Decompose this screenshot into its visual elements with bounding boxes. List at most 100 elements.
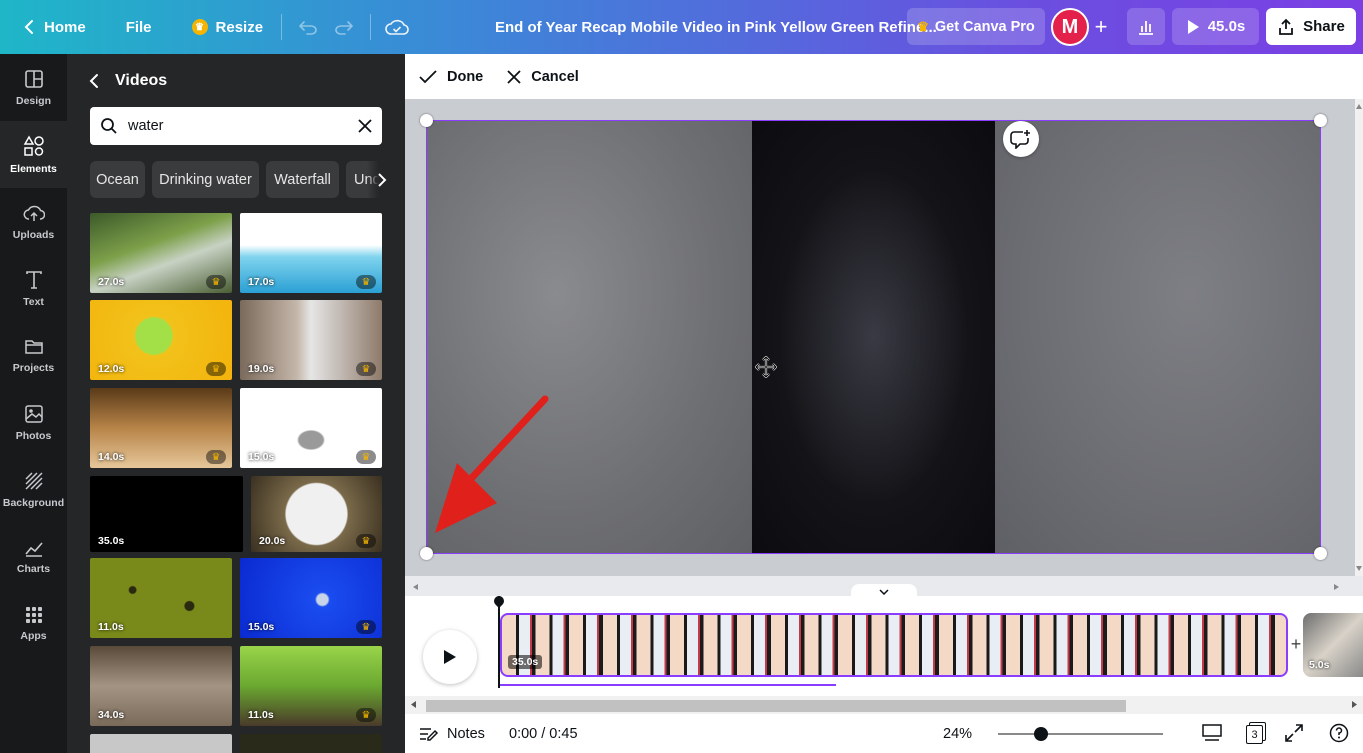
scroll-right-icon: [1352, 701, 1357, 708]
done-button[interactable]: Done: [419, 69, 483, 85]
video-thumbnail[interactable]: 34.0s: [90, 646, 232, 726]
notes-button[interactable]: Notes: [419, 726, 485, 742]
video-thumbnail[interactable]: 19.0s ♛: [240, 300, 382, 380]
home-button[interactable]: Home: [12, 9, 96, 45]
canvas-stage: [405, 99, 1355, 576]
rail-item-projects[interactable]: Projects: [0, 322, 67, 389]
chevron-left-icon: [24, 20, 33, 34]
scroll-down-icon: [1356, 566, 1362, 571]
video-duration: 17.0s: [248, 276, 275, 288]
video-thumbnail[interactable]: 17.0s ♛: [240, 213, 382, 293]
move-icon[interactable]: [755, 356, 777, 378]
video-thumbnail[interactable]: 12.0s ♛: [90, 300, 232, 380]
zoom-slider-knob[interactable]: [1034, 727, 1048, 741]
video-duration: 11.0s: [98, 621, 124, 633]
cancel-button[interactable]: Cancel: [507, 69, 579, 85]
rail-label: Uploads: [12, 228, 55, 241]
get-canva-pro-button[interactable]: ♛ Get Canva Pro: [907, 8, 1045, 45]
video-duration: 19.0s: [248, 363, 275, 375]
search-input[interactable]: [128, 118, 348, 134]
video-thumbnail[interactable]: 20.0s ♛: [251, 476, 382, 552]
video-element[interactable]: [427, 121, 1320, 553]
rail-label: Apps: [20, 629, 47, 642]
video-thumbnail[interactable]: 35.0s: [90, 476, 243, 552]
video-duration: 12.0s: [98, 363, 125, 375]
crop-edit-bar: Done Cancel: [405, 54, 1363, 99]
page-view-button[interactable]: [1202, 724, 1222, 746]
rail-item-design[interactable]: Design: [0, 54, 67, 121]
help-icon: [1329, 723, 1349, 743]
insights-button[interactable]: [1127, 8, 1165, 45]
rail-item-photos[interactable]: Photos: [0, 389, 67, 456]
video-thumbnail[interactable]: 11.0s ♛: [240, 646, 382, 726]
crown-icon: ♛: [206, 450, 226, 464]
zoom-level[interactable]: 24%: [943, 726, 972, 742]
done-label: Done: [447, 68, 484, 85]
crown-icon: ♛: [206, 275, 226, 289]
fullscreen-button[interactable]: [1285, 724, 1303, 746]
video-duration: 14.0s: [98, 451, 125, 463]
rail-item-charts[interactable]: Charts: [0, 523, 67, 590]
rail-item-background[interactable]: Background: [0, 456, 67, 523]
scrollbar-thumb[interactable]: [426, 700, 1126, 712]
resize-button[interactable]: ♛ Resize: [182, 9, 274, 45]
rail-label: Design: [15, 94, 51, 107]
video-duration: 15.0s: [248, 451, 275, 463]
divider: [281, 14, 283, 40]
play-button[interactable]: [423, 630, 477, 684]
video-thumbnail[interactable]: [90, 734, 232, 753]
shapes-icon: [23, 134, 44, 156]
rail-item-uploads[interactable]: Uploads: [0, 188, 67, 255]
timeline-clip[interactable]: 35.0s: [500, 613, 1288, 677]
clear-icon[interactable]: [358, 119, 372, 133]
rail-item-elements[interactable]: Elements: [0, 121, 67, 188]
chip-drinking-water[interactable]: Drinking water: [152, 161, 259, 198]
video-duration: 20.0s: [259, 535, 286, 547]
share-upload-icon: [1279, 18, 1294, 35]
playhead[interactable]: [498, 596, 500, 688]
video-thumbnail[interactable]: 11.0s: [90, 558, 232, 638]
share-label: Share: [1303, 18, 1345, 35]
share-button[interactable]: Share: [1266, 8, 1356, 45]
rail-item-text[interactable]: Text: [0, 255, 67, 322]
add-clip-button[interactable]: +: [1289, 634, 1303, 654]
video-thumbnail[interactable]: 15.0s ♛: [240, 558, 382, 638]
present-button[interactable]: 45.0s: [1172, 8, 1259, 45]
chips-next-button[interactable]: [367, 161, 397, 198]
file-menu-button[interactable]: File: [116, 9, 162, 45]
pages-button[interactable]: 3: [1246, 722, 1268, 744]
file-label: File: [125, 18, 152, 36]
save-status-button[interactable]: [379, 9, 415, 45]
timeline-collapse-button[interactable]: [851, 584, 917, 600]
hatch-icon: [24, 471, 43, 490]
redo-button[interactable]: [326, 9, 362, 45]
video-thumbnail[interactable]: 27.0s ♛: [90, 213, 232, 293]
chip-ocean[interactable]: Ocean: [90, 161, 145, 198]
rail-item-apps[interactable]: Apps: [0, 590, 67, 657]
add-comment-button[interactable]: [1003, 121, 1039, 157]
chip-waterfall[interactable]: Waterfall: [266, 161, 339, 198]
bar-chart-icon: [1139, 20, 1153, 35]
video-duration: 35.0s: [98, 535, 125, 547]
back-arrow-icon[interactable]: [87, 73, 101, 89]
present-duration: 45.0s: [1207, 18, 1246, 35]
help-button[interactable]: [1329, 723, 1349, 747]
zoom-slider[interactable]: [998, 727, 1163, 741]
crown-icon: ♛: [356, 450, 376, 464]
avatar[interactable]: M: [1051, 8, 1089, 46]
divider: [370, 14, 372, 40]
timeline-clip[interactable]: 5.0s: [1303, 613, 1363, 677]
document-title[interactable]: End of Year Recap Mobile Video in Pink Y…: [495, 0, 937, 54]
notes-label: Notes: [447, 725, 485, 742]
timeline-horizontal-scrollbar[interactable]: [405, 696, 1363, 714]
plus-icon: +: [1094, 14, 1108, 39]
video-thumbnail[interactable]: [240, 734, 382, 753]
video-thumbnail[interactable]: 15.0s ♛: [240, 388, 382, 468]
panel-title: Videos: [115, 72, 168, 89]
undo-button[interactable]: [290, 9, 326, 45]
video-thumbnail[interactable]: 14.0s ♛: [90, 388, 232, 468]
close-icon: [507, 69, 521, 84]
vertical-scrollbar[interactable]: [1355, 99, 1363, 576]
search-box: [90, 107, 382, 145]
add-collaborator-button[interactable]: +: [1088, 14, 1114, 40]
